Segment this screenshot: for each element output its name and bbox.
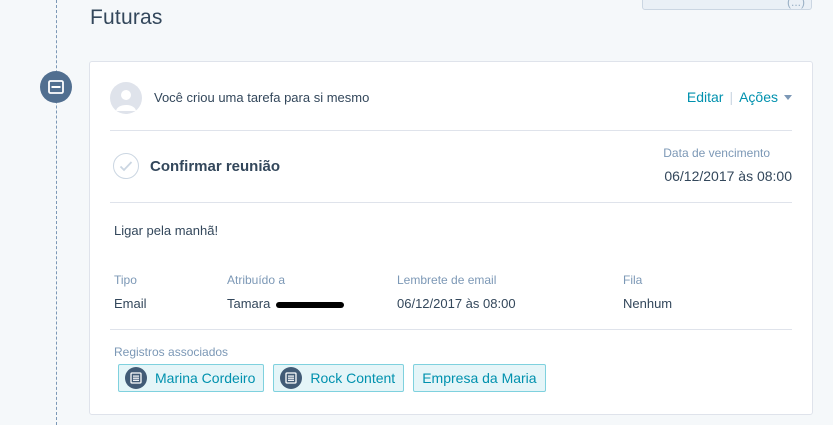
divider bbox=[110, 329, 792, 330]
meta-assigned: Atribuído a Tamara bbox=[227, 273, 344, 311]
queue-value: Nenhum bbox=[623, 296, 673, 311]
due-date-label: Data de vencimento bbox=[663, 146, 770, 160]
timeline-line bbox=[56, 0, 57, 425]
top-right-button[interactable]: (...) bbox=[642, 0, 812, 10]
meta-type: Tipo Email bbox=[114, 273, 147, 311]
complete-task-button[interactable] bbox=[113, 153, 139, 179]
header-prefix: Você criou uma tarefa para bbox=[154, 90, 314, 105]
record-icon bbox=[280, 367, 303, 389]
header-actions: Editar | Ações bbox=[687, 89, 792, 105]
association-label: Rock Content bbox=[310, 370, 396, 386]
queue-label: Fila bbox=[623, 273, 643, 287]
meta-reminder: Lembrete de email 06/12/2017 às 08:00 bbox=[397, 273, 516, 311]
divider bbox=[110, 202, 792, 203]
meta-queue: Fila Nenhum bbox=[623, 273, 672, 311]
actions-dropdown[interactable]: Ações bbox=[739, 89, 792, 105]
association-chip-empresa-da-maria[interactable]: Empresa da Maria bbox=[413, 364, 546, 392]
association-chip-marina-cordeiro[interactable]: Marina Cordeiro bbox=[118, 364, 265, 392]
assigned-label: Atribuído a bbox=[227, 273, 286, 287]
type-label: Tipo bbox=[114, 273, 137, 287]
chevron-down-icon bbox=[784, 94, 792, 100]
type-value: Email bbox=[114, 296, 147, 311]
record-icon bbox=[125, 367, 147, 389]
associations-list: Marina Cordeiro Rock Content Empresa da … bbox=[118, 364, 546, 392]
avatar bbox=[110, 82, 142, 114]
checkmark-icon bbox=[119, 161, 133, 172]
associations-label: Registros associados bbox=[114, 345, 229, 359]
association-chip-rock-content[interactable]: Rock Content bbox=[273, 364, 405, 392]
separator: | bbox=[729, 89, 734, 105]
reminder-label: Lembrete de email bbox=[397, 273, 497, 287]
edit-link[interactable]: Editar bbox=[687, 89, 724, 105]
task-card: Você criou uma tarefa para si mesmo Edit… bbox=[89, 61, 813, 415]
association-label: Empresa da Maria bbox=[422, 370, 537, 386]
task-timeline-icon bbox=[40, 71, 72, 103]
section-title: Futuras bbox=[90, 6, 163, 29]
due-date-value: 06/12/2017 às 08:00 bbox=[664, 168, 792, 184]
header-target: si mesmo bbox=[313, 90, 370, 105]
task-note: Ligar pela manhã! bbox=[114, 223, 219, 238]
actions-label: Ações bbox=[739, 89, 778, 105]
user-avatar-icon bbox=[116, 90, 136, 111]
divider bbox=[110, 130, 792, 131]
task-title[interactable]: Confirmar reunião bbox=[150, 158, 280, 175]
association-label: Marina Cordeiro bbox=[155, 370, 256, 386]
assigned-value: Tamara bbox=[227, 296, 271, 311]
assigned-value-row: Tamara bbox=[227, 296, 344, 311]
redaction-mark bbox=[275, 301, 344, 308]
task-icon bbox=[48, 80, 64, 94]
activity-header-text: Você criou uma tarefa para si mesmo bbox=[154, 90, 369, 105]
reminder-value: 06/12/2017 às 08:00 bbox=[397, 296, 516, 311]
